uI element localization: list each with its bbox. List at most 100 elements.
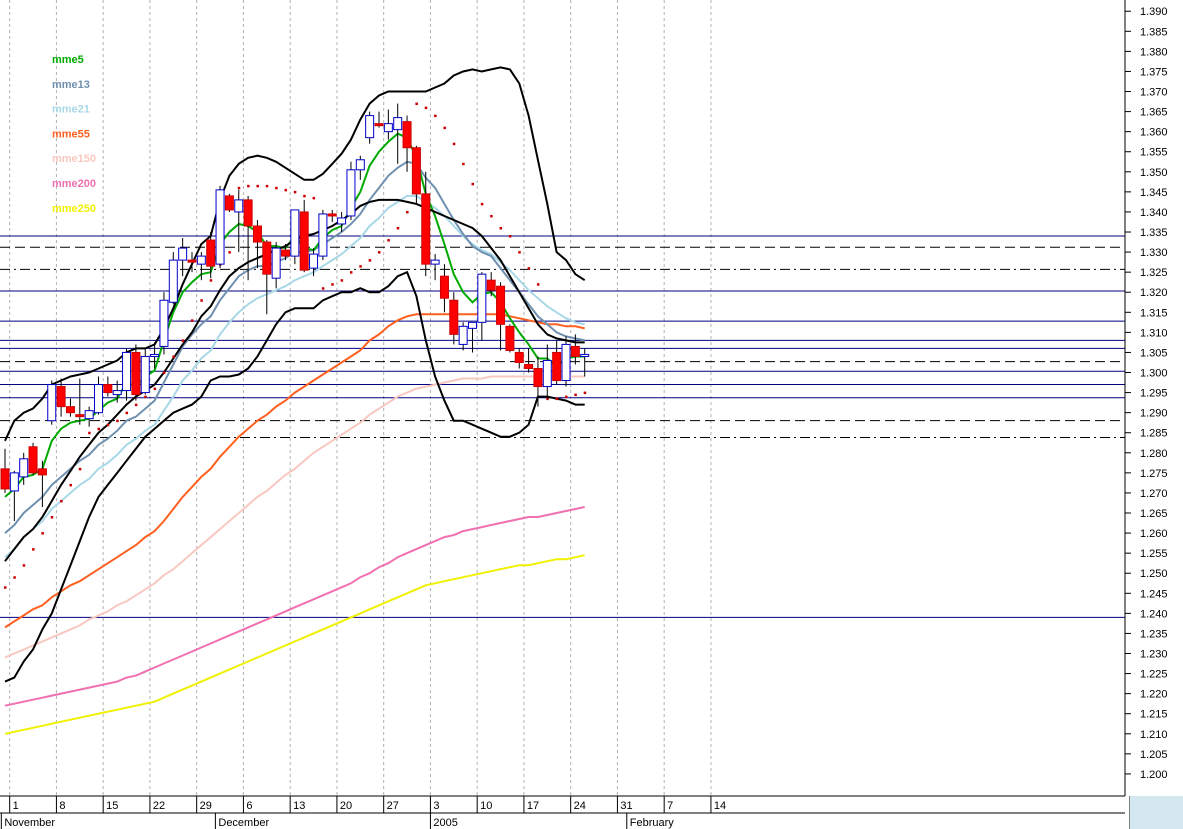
- axis-corner-box: [1129, 796, 1183, 829]
- candle-body-33: [309, 253, 319, 269]
- x-tick-label-9: 3: [433, 800, 439, 812]
- sar-dot-29: [275, 186, 278, 190]
- candle-body-16: [150, 353, 160, 357]
- y-tick-label-32: 1.360: [1140, 127, 1168, 139]
- sar-dot-62: [583, 391, 587, 395]
- y-tick-label-22: 1.310: [1140, 327, 1168, 339]
- candle-37: [346, 161, 356, 220]
- candle-body-42: [393, 117, 403, 131]
- candle-54: [505, 324, 515, 353]
- y-tick-label-11: 1.255: [1140, 548, 1168, 560]
- sar-dot-46: [434, 114, 437, 118]
- sar-dot-1: [13, 576, 16, 579]
- candle-17: [159, 292, 169, 355]
- y-tick-label-19: 1.295: [1140, 388, 1168, 400]
- x-tick-label-13: 31: [620, 800, 632, 812]
- y-tick-label-20: 1.300: [1140, 368, 1168, 380]
- sar-dot-3: [32, 548, 35, 551]
- candle-body-40: [374, 123, 384, 127]
- sar-dot-44: [415, 102, 418, 106]
- candle-body-53: [496, 285, 506, 325]
- candle-body-56: [524, 363, 534, 369]
- price-chart: mme5 mme13 mme21 mme55 mme150 mme200 mme250 1.…: [0, 0, 1183, 829]
- candle-body-62: [580, 353, 590, 357]
- x-tick-label-15: 14: [714, 800, 726, 812]
- sar-dot-17: [162, 371, 166, 375]
- sar-dot-55: [518, 251, 521, 254]
- candle-body-44: [411, 147, 421, 195]
- y-tick-label-8: 1.240: [1140, 608, 1168, 620]
- sar-dot-56: [527, 267, 531, 270]
- candle-body-25: [234, 199, 244, 213]
- sar-dot-6: [60, 499, 63, 503]
- candle-body-3: [28, 446, 38, 474]
- sar-dot-4: [41, 532, 44, 535]
- y-tick-label-37: 1.385: [1140, 26, 1168, 38]
- sar-dot-59: [555, 397, 559, 401]
- candle-body-9: [84, 410, 94, 420]
- y-tick-label-28: 1.340: [1140, 207, 1168, 219]
- y-tick-label-5: 1.225: [1140, 669, 1168, 681]
- candle-body-5: [47, 384, 57, 422]
- candle-body-17: [159, 299, 169, 347]
- y-tick-label-7: 1.235: [1140, 628, 1168, 640]
- candle-23: [215, 185, 225, 269]
- candle-body-60: [561, 343, 571, 382]
- candle-body-19: [178, 247, 188, 261]
- sar-dot-54: [508, 235, 512, 238]
- sar-dot-32: [303, 194, 306, 198]
- candle-body-14: [131, 351, 141, 396]
- x-tick-label-6: 13: [293, 800, 305, 812]
- candle-body-36: [337, 217, 347, 225]
- x-tick-label-7: 20: [340, 800, 352, 812]
- x-tick-label-5: 6: [246, 800, 252, 812]
- sar-dot-12: [116, 419, 119, 423]
- candle-body-4: [37, 468, 47, 476]
- sar-dot-60: [565, 395, 568, 399]
- y-tick-label-16: 1.280: [1140, 448, 1168, 460]
- sar-dot-49: [462, 162, 465, 166]
- x-tick-label-2: 15: [106, 800, 118, 812]
- y-tick-label-27: 1.335: [1140, 227, 1168, 239]
- y-tick-label-15: 1.275: [1140, 468, 1168, 480]
- sar-dot-57: [536, 283, 540, 286]
- legend-label-mme13: mme13: [52, 79, 90, 91]
- candle-body-48: [449, 299, 459, 335]
- legend-label-mme150: mme150: [52, 153, 96, 165]
- legend-label-mme21: mme21: [52, 104, 90, 116]
- candle-24: [224, 193, 234, 212]
- legend-label-mme250: mme250: [52, 203, 96, 215]
- legend-label-mme55: mme55: [52, 128, 90, 140]
- candle-body-13: [122, 351, 132, 392]
- candle-body-51: [477, 273, 487, 323]
- candle-body-55: [514, 351, 524, 363]
- candle-body-37: [346, 169, 356, 217]
- sar-dot-50: [471, 182, 474, 186]
- sar-dot-31: [293, 190, 297, 194]
- y-tick-label-29: 1.345: [1140, 187, 1168, 199]
- sar-dot-47: [443, 126, 446, 130]
- candle-body-45: [421, 193, 431, 265]
- sar-dot-9: [88, 431, 91, 435]
- x-tick-label-14: 7: [667, 800, 673, 812]
- y-tick-label-25: 1.325: [1140, 267, 1168, 279]
- sar-dot-28: [265, 184, 269, 188]
- candle-body-46: [430, 259, 440, 265]
- candle-14: [131, 344, 141, 401]
- y-tick-label-3: 1.215: [1140, 709, 1168, 721]
- sar-dot-39: [368, 259, 372, 262]
- candle-body-1: [9, 472, 19, 492]
- x-tick-label-4: 29: [200, 800, 212, 812]
- sar-dot-16: [153, 387, 157, 391]
- x-tick-label-11: 17: [527, 800, 539, 812]
- candle-body-34: [318, 213, 328, 257]
- y-tick-label-36: 1.380: [1140, 46, 1168, 58]
- candle-body-61: [570, 345, 580, 357]
- candle-body-26: [243, 199, 253, 227]
- y-tick-label-38: 1.390: [1140, 6, 1168, 18]
- sar-dot-52: [490, 214, 493, 218]
- y-tick-label-2: 1.210: [1140, 729, 1168, 741]
- sar-dot-22: [209, 279, 213, 282]
- candle-body-52: [486, 279, 496, 291]
- candle-body-18: [168, 259, 178, 303]
